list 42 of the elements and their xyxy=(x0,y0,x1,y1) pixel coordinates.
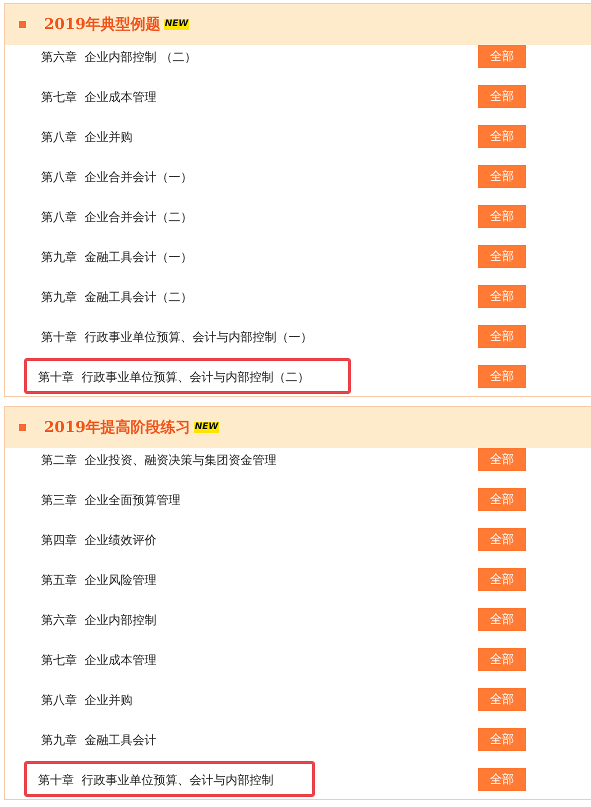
all-button[interactable]: 全部 xyxy=(478,204,526,228)
all-button[interactable]: 全部 xyxy=(478,528,526,550)
chapter-title: 第六章 企业内部控制 （二） xyxy=(41,50,196,64)
all-button[interactable]: 全部 xyxy=(478,608,526,630)
chapter-title: 第八章 企业并购 xyxy=(41,693,133,707)
chapter-title: 第十章 行政事业单位预算、会计与内部控制 xyxy=(38,773,274,787)
chapter-title: 第八章 企业并购 xyxy=(41,130,133,144)
chapter-title: 第二章 企业投资、融资决策与集团资金管理 xyxy=(41,453,277,467)
all-button[interactable]: 全部 xyxy=(478,688,526,710)
all-button[interactable]: 全部 xyxy=(478,768,526,790)
all-button[interactable]: 全部 xyxy=(478,284,526,308)
chapter-title: 第五章 企业风险管理 xyxy=(41,573,157,587)
chapter-title: 第十章 行政事业单位预算、会计与内部控制（一） xyxy=(41,330,313,344)
chapter-title: 第七章 企业成本管理 xyxy=(41,653,157,667)
section-title: 2019年典型例题 xyxy=(44,15,161,34)
all-button[interactable]: 全部 xyxy=(478,164,526,188)
section-title: 2019年提高阶段练习 xyxy=(44,418,191,437)
all-button[interactable]: 全部 xyxy=(478,568,526,590)
chapter-title: 第三章 企业全面预算管理 xyxy=(41,493,181,507)
new-badge: NEW xyxy=(194,422,220,433)
all-button[interactable]: 全部 xyxy=(478,244,526,268)
all-button[interactable]: 全部 xyxy=(478,124,526,148)
all-button[interactable]: 全部 xyxy=(478,488,526,510)
all-button[interactable]: 全部 xyxy=(478,324,526,348)
all-button[interactable]: 全部 xyxy=(478,44,526,68)
all-button[interactable]: 全部 xyxy=(478,84,526,108)
all-button[interactable]: 全部 xyxy=(478,648,526,670)
chapter-title: 第九章 金融工具会计 xyxy=(41,733,157,747)
chapter-title: 第九章 金融工具会计（一） xyxy=(41,250,193,264)
all-button[interactable]: 全部 xyxy=(478,364,526,388)
new-badge: NEW xyxy=(164,19,190,30)
chapter-title: 第十章 行政事业单位预算、会计与内部控制（二） xyxy=(38,370,310,384)
all-button[interactable]: 全部 xyxy=(478,448,526,470)
all-button[interactable]: 全部 xyxy=(478,728,526,750)
square-bullet-icon xyxy=(19,21,26,28)
chapter-title: 第八章 企业合并会计（一） xyxy=(41,170,193,184)
chapter-title: 第七章 企业成本管理 xyxy=(41,90,157,104)
chapter-title: 第六章 企业内部控制 xyxy=(41,613,157,627)
chapter-title: 第四章 企业绩效评价 xyxy=(41,533,157,547)
chapter-title: 第九章 金融工具会计（二） xyxy=(41,290,193,304)
chapter-title: 第八章 企业合并会计（二） xyxy=(41,210,193,224)
square-bullet-icon xyxy=(19,424,26,431)
